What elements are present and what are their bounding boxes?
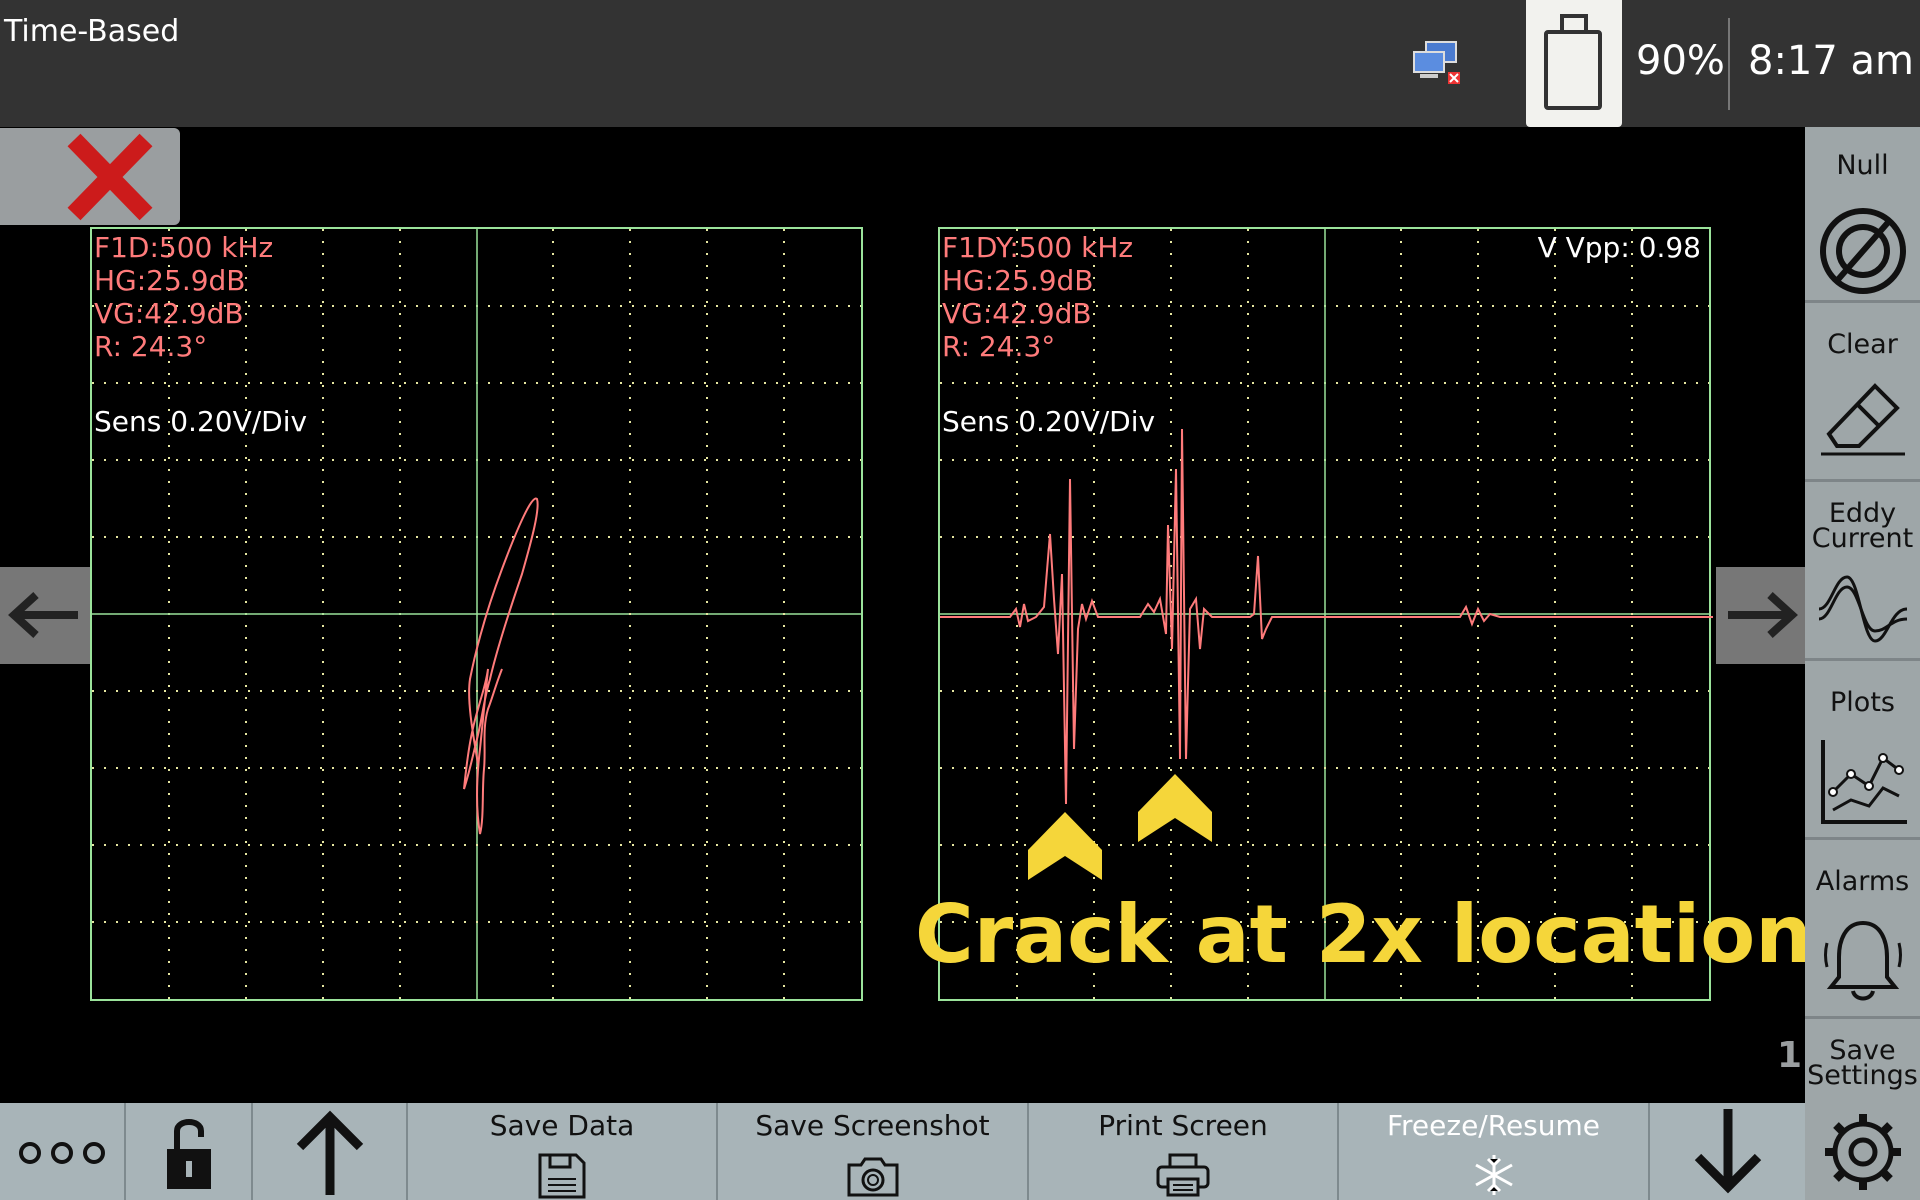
null-icon bbox=[1820, 208, 1906, 294]
page-number: 1 bbox=[1777, 1035, 1803, 1076]
sidebar-item-label: Alarms bbox=[1815, 866, 1910, 897]
freeze-resume-label: Freeze/Resume bbox=[1386, 1109, 1601, 1142]
vg-label: VG:42.9dB bbox=[94, 297, 244, 330]
mode-title: Time-Based bbox=[4, 14, 180, 49]
wave-icon bbox=[1818, 575, 1908, 643]
signal-trace bbox=[940, 428, 1713, 805]
divider bbox=[1728, 18, 1730, 110]
save-screenshot-label: Save Screenshot bbox=[755, 1109, 990, 1142]
crack-annotation: Crack at 2x locations bbox=[915, 888, 1860, 981]
next-button[interactable] bbox=[1716, 567, 1806, 664]
sidebar-item-clear[interactable]: Clear bbox=[1805, 306, 1920, 482]
lock-button[interactable] bbox=[126, 1103, 253, 1200]
printer-icon bbox=[1156, 1153, 1210, 1197]
more-button[interactable] bbox=[0, 1103, 126, 1200]
freq-label: F1DY:500 kHz bbox=[942, 231, 1134, 264]
save-data-button[interactable]: Save Data bbox=[408, 1103, 718, 1200]
sidebar-item-label: Clear bbox=[1827, 329, 1898, 360]
arrow-right-icon bbox=[1728, 592, 1798, 638]
plot-icon bbox=[1821, 740, 1907, 824]
sidebar-item-alarms[interactable]: Alarms bbox=[1805, 843, 1920, 1019]
battery-icon bbox=[1526, 0, 1622, 127]
hg-label: HG:25.9dB bbox=[94, 264, 246, 297]
sensitivity-label: Sens 0.20V/Div bbox=[94, 405, 308, 438]
close-button[interactable] bbox=[0, 128, 180, 225]
sidebar-item-label: Plots bbox=[1830, 687, 1895, 718]
unlock-icon bbox=[166, 1119, 211, 1189]
snowflake-icon bbox=[1474, 1155, 1513, 1195]
bell-icon bbox=[1824, 920, 1902, 1001]
save-screenshot-button[interactable]: Save Screenshot bbox=[718, 1103, 1029, 1200]
print-screen-button[interactable]: Print Screen bbox=[1029, 1103, 1339, 1200]
crack-marker-icon bbox=[1138, 774, 1212, 842]
impedance-plane-plot[interactable]: F1D:500 kHz HG:25.9dB VG:42.9dB R: 24.3°… bbox=[90, 227, 863, 1001]
time-based-plot[interactable]: F1DY:500 kHz HG:25.9dB VG:42.9dB R: 24.3… bbox=[938, 227, 1713, 1001]
freeze-resume-button[interactable]: Freeze/Resume bbox=[1339, 1103, 1650, 1200]
battery-percent: 90% bbox=[1636, 38, 1725, 84]
camera-icon bbox=[847, 1157, 898, 1197]
sidebar-item-label: Eddy Current bbox=[1811, 498, 1914, 554]
sidebar-item-save-settings[interactable]: Save Settings bbox=[1805, 1022, 1920, 1198]
more-icon bbox=[19, 1142, 105, 1164]
crack-marker-icon bbox=[1028, 812, 1102, 880]
hg-label: HG:25.9dB bbox=[942, 264, 1094, 297]
sidebar: Null Clear Eddy Current Plots Alarms Sav… bbox=[1805, 127, 1920, 1200]
rotation-label: R: 24.3° bbox=[942, 330, 1056, 363]
up-arrow-icon bbox=[296, 1110, 363, 1195]
network-disconnected-icon bbox=[1413, 41, 1460, 84]
previous-button[interactable] bbox=[0, 567, 90, 664]
close-icon bbox=[67, 133, 153, 221]
rotation-label: R: 24.3° bbox=[94, 330, 208, 363]
bottom-toolbar: Save Data Save Screenshot Print Screen F… bbox=[0, 1103, 1805, 1200]
sidebar-item-plots[interactable]: Plots bbox=[1805, 664, 1920, 840]
sensitivity-label: Sens 0.20V/Div bbox=[942, 405, 1156, 438]
down-arrow-icon bbox=[1694, 1109, 1761, 1194]
lissajous-trace bbox=[463, 497, 539, 835]
sidebar-item-null[interactable]: Null bbox=[1805, 127, 1920, 303]
save-data-label: Save Data bbox=[489, 1109, 635, 1142]
status-bar: Time-Based 90% 8:17 am bbox=[0, 0, 1920, 127]
vg-label: VG:42.9dB bbox=[942, 297, 1092, 330]
floppy-disk-icon bbox=[538, 1153, 586, 1199]
print-screen-label: Print Screen bbox=[1098, 1109, 1268, 1142]
freq-label: F1D:500 kHz bbox=[94, 231, 274, 264]
sidebar-item-label: Save Settings bbox=[1807, 1035, 1918, 1091]
vpp-readout: V Vpp: 0.98 bbox=[1537, 231, 1701, 264]
eraser-icon bbox=[1821, 383, 1905, 456]
scroll-up-button[interactable] bbox=[253, 1103, 408, 1200]
sidebar-item-eddy-current[interactable]: Eddy Current bbox=[1805, 485, 1920, 661]
arrow-left-icon bbox=[8, 592, 78, 638]
gear-icon bbox=[1825, 1114, 1901, 1190]
clock: 8:17 am bbox=[1748, 38, 1915, 84]
sidebar-item-label: Null bbox=[1836, 150, 1889, 181]
scroll-down-button[interactable] bbox=[1650, 1103, 1805, 1200]
